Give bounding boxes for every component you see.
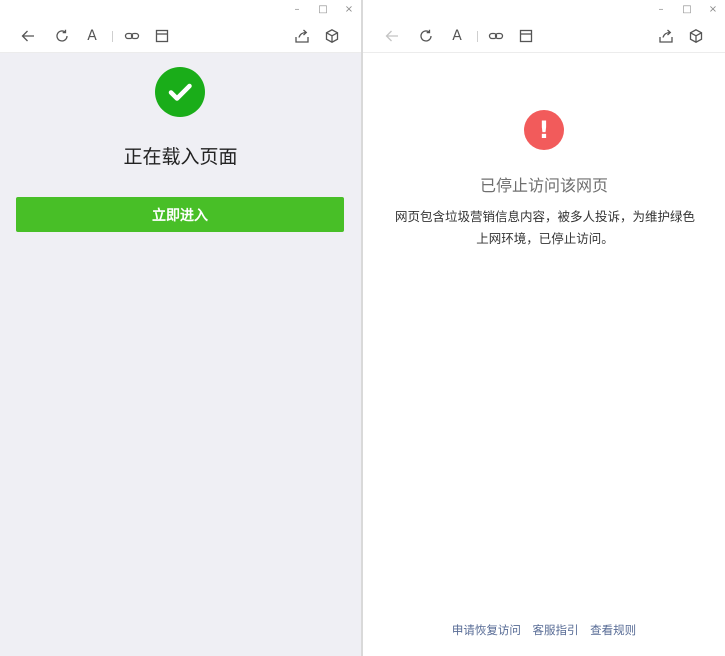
title-bar: – □ ×	[0, 0, 361, 20]
footer-links: 申请恢复访问 客服指引 查看规则	[363, 622, 725, 638]
title-bar: – □ ×	[363, 0, 725, 20]
enter-now-button[interactable]: 立即进入	[16, 197, 344, 232]
refresh-icon[interactable]	[52, 26, 72, 46]
customer-service-link[interactable]: 客服指引	[533, 623, 579, 637]
font-glyph: A	[87, 28, 97, 44]
checkmark-icon	[155, 67, 205, 117]
link-icon[interactable]	[122, 26, 142, 46]
view-rules-link[interactable]: 查看规则	[590, 623, 636, 637]
maximize-button[interactable]: □	[681, 2, 693, 16]
toolbar-separator	[112, 31, 113, 42]
window-icon[interactable]	[152, 26, 172, 46]
refresh-icon[interactable]	[416, 26, 436, 46]
minimize-button[interactable]: –	[655, 2, 667, 16]
appeal-restore-link[interactable]: 申请恢复访问	[452, 623, 521, 637]
blocked-window: – □ × A ! 已停止访问该网页 网页包含垃圾营销信息内容，被多人投诉，为维…	[363, 0, 725, 656]
font-size-icon[interactable]: A	[447, 26, 467, 46]
toolbar-separator	[477, 31, 478, 42]
blocked-content: ! 已停止访问该网页 网页包含垃圾营销信息内容，被多人投诉，为维护绿色上网环境，…	[363, 54, 725, 656]
cube-icon[interactable]	[686, 26, 706, 46]
page-title: 正在载入页面	[123, 146, 238, 168]
share-icon[interactable]	[656, 26, 676, 46]
page-title: 已停止访问该网页	[479, 176, 608, 195]
share-icon[interactable]	[292, 26, 312, 46]
minimize-button[interactable]: –	[291, 2, 303, 16]
browser-toolbar: A	[363, 20, 725, 53]
loading-window: – □ × A 正在载入页面 立即进入	[0, 0, 361, 656]
cube-icon[interactable]	[322, 26, 342, 46]
browser-toolbar: A	[0, 20, 361, 53]
font-glyph: A	[452, 28, 462, 44]
back-arrow-icon[interactable]	[18, 26, 38, 46]
font-size-icon[interactable]: A	[82, 26, 102, 46]
close-button[interactable]: ×	[343, 2, 355, 16]
close-button[interactable]: ×	[707, 2, 719, 16]
window-controls: – □ ×	[291, 2, 355, 16]
exclamation-icon: !	[524, 110, 564, 150]
link-icon[interactable]	[486, 26, 506, 46]
back-arrow-icon[interactable]	[382, 26, 402, 46]
window-controls: – □ ×	[655, 2, 719, 16]
window-icon[interactable]	[516, 26, 536, 46]
block-reason-text: 网页包含垃圾营销信息内容，被多人投诉，为维护绿色上网环境，已停止访问。	[394, 209, 695, 246]
maximize-button[interactable]: □	[317, 2, 329, 16]
